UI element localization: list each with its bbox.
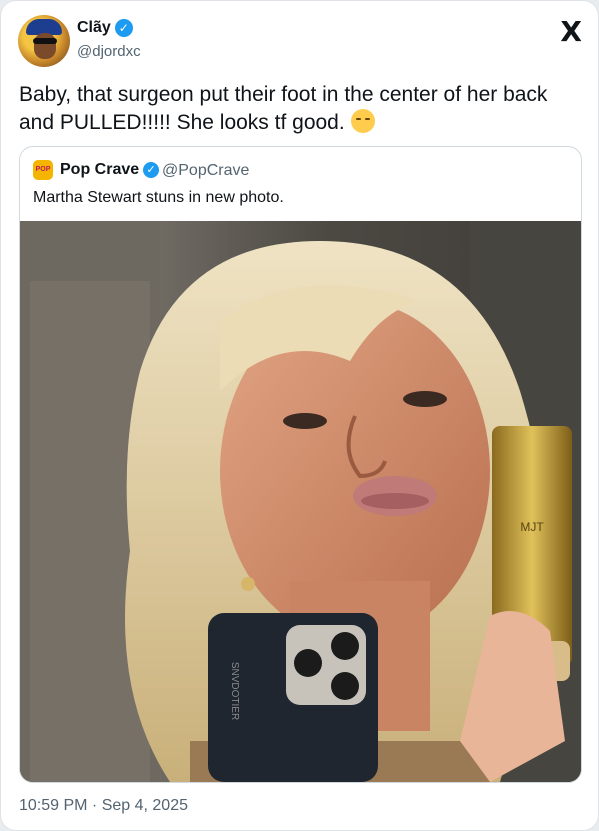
tweet-body: Baby, that surgeon put their foot in the…: [19, 83, 548, 134]
author-handle[interactable]: @djordxc: [77, 43, 141, 60]
quoted-handle[interactable]: @PopCrave: [162, 162, 249, 180]
quoted-text: Martha Stewart stuns in new photo.: [33, 189, 284, 206]
selfie-illustration: MJT SNVDOTIER: [20, 221, 581, 782]
author-name[interactable]: Clãy: [77, 19, 111, 37]
author-avatar[interactable]: [18, 15, 70, 67]
author-name-row[interactable]: Clãy ✓: [77, 19, 133, 37]
tweet-text: Baby, that surgeon put their foot in the…: [19, 81, 584, 137]
phone-case-label: SNVDOTIER: [229, 662, 240, 720]
tweet-card: Clãy ✓ @djordxc X Baby, that surgeon put…: [0, 0, 599, 831]
verified-badge-icon: ✓: [143, 162, 160, 178]
bottle-label: MJT: [520, 520, 544, 534]
quoted-tweet[interactable]: POP Pop Crave ✓ @PopCrave Martha Stewart…: [19, 146, 582, 783]
tweet-timestamp[interactable]: 10:59 PM · Sep 4, 2025: [19, 797, 188, 815]
x-logo-icon[interactable]: X: [560, 15, 582, 48]
relieved-face-emoji-icon: [350, 109, 375, 133]
quoted-name[interactable]: Pop Crave: [60, 161, 139, 179]
quoted-name-row[interactable]: Pop Crave ✓: [60, 161, 160, 179]
quoted-photo[interactable]: MJT SNVDOTIER: [20, 221, 581, 782]
quoted-avatar[interactable]: POP: [33, 160, 53, 180]
verified-badge-icon: ✓: [114, 19, 133, 37]
